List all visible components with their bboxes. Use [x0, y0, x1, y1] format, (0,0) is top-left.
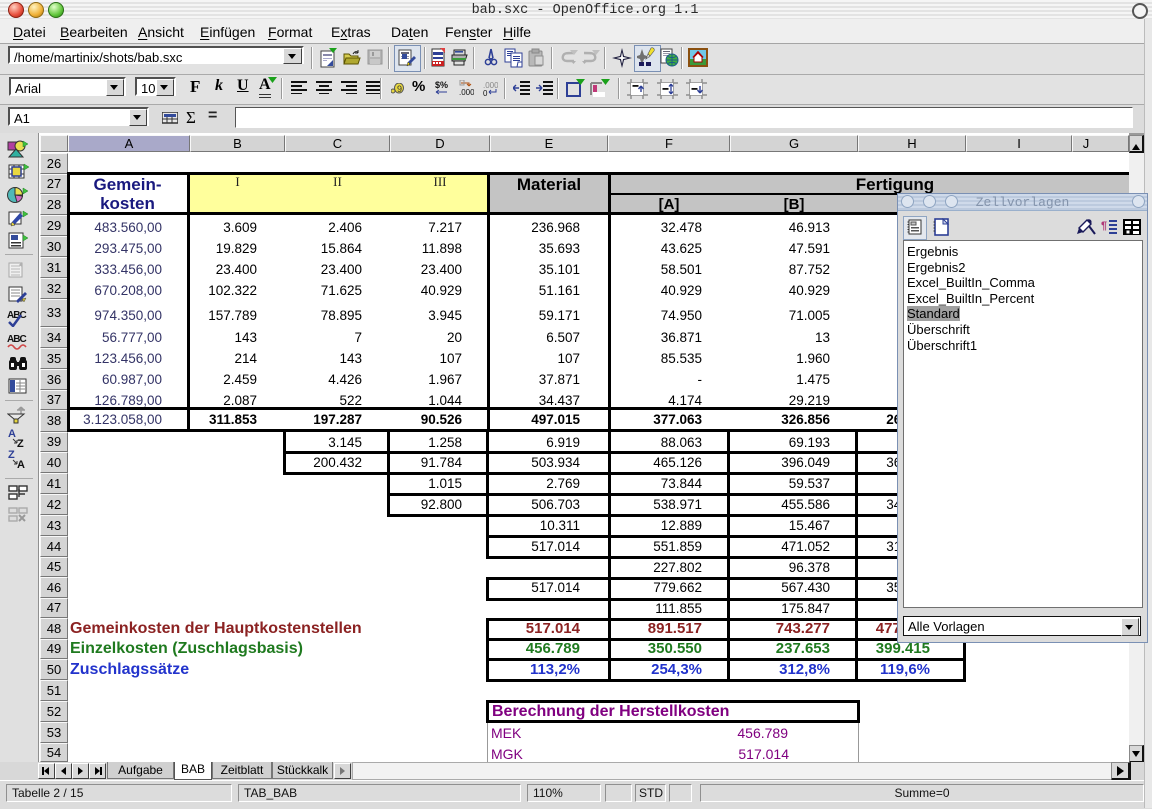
svg-text:0: 0	[483, 89, 488, 96]
svg-text:.000: .000	[459, 88, 474, 96]
svg-text:A: A	[8, 428, 16, 440]
svg-text:9: 9	[397, 84, 402, 94]
svg-text:Z: Z	[17, 438, 24, 448]
svg-text:$%: $%	[435, 80, 448, 90]
svg-text:Z: Z	[8, 449, 15, 461]
svg-text:A: A	[17, 459, 25, 469]
svg-text:ABC: ABC	[7, 334, 26, 345]
svg-text:¶: ¶	[1101, 220, 1107, 232]
